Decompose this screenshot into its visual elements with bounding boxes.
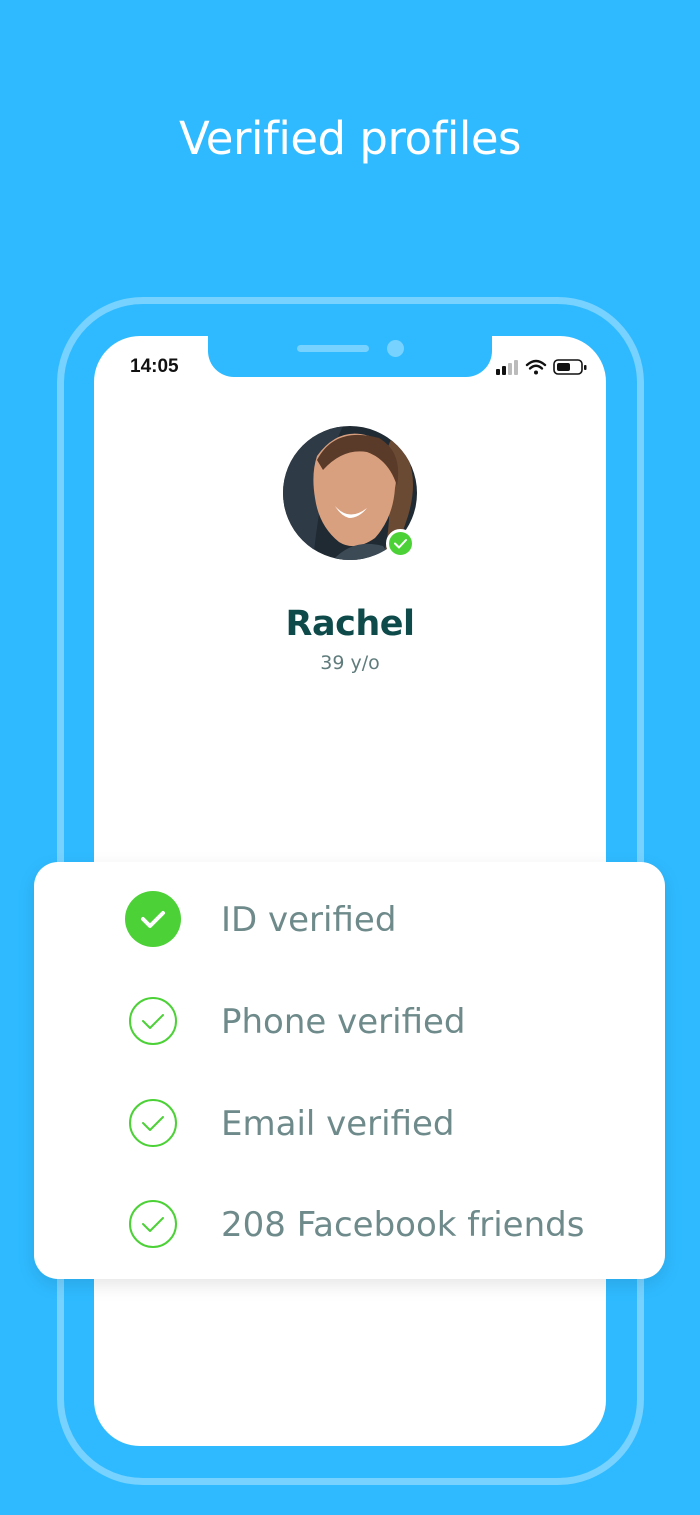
verification-label: Email verified: [221, 1104, 455, 1144]
phone-notch: [208, 336, 492, 377]
status-icons: [496, 359, 587, 375]
verification-label: ID verified: [221, 900, 397, 940]
signal-icon: [496, 360, 518, 375]
verified-badge: [386, 529, 415, 558]
check-circle-outline-icon: [129, 997, 177, 1045]
check-circle-outline-icon: [129, 1200, 177, 1248]
check-circle-outline-icon: [129, 1099, 177, 1147]
verification-item-id: ID verified: [34, 890, 665, 950]
check-icon: [394, 539, 407, 549]
verification-item-facebook: 208 Facebook friends: [34, 1195, 665, 1255]
status-time: 14:05: [130, 356, 179, 377]
verification-item-phone: Phone verified: [34, 992, 665, 1052]
check-circle-filled-icon: [125, 891, 181, 947]
verification-label: Phone verified: [221, 1002, 466, 1042]
wifi-icon: [525, 359, 547, 375]
profile-name: Rachel: [285, 604, 415, 644]
phone-camera: [387, 340, 404, 357]
phone-speaker: [297, 345, 369, 352]
profile-age: 39 y/o: [320, 652, 380, 674]
verification-card: ID verified Phone verified Email verifie…: [34, 862, 665, 1279]
headline: Verified profiles: [179, 112, 521, 165]
verification-label: 208 Facebook friends: [221, 1205, 585, 1245]
battery-icon: [553, 359, 587, 375]
verification-item-email: Email verified: [34, 1094, 665, 1154]
